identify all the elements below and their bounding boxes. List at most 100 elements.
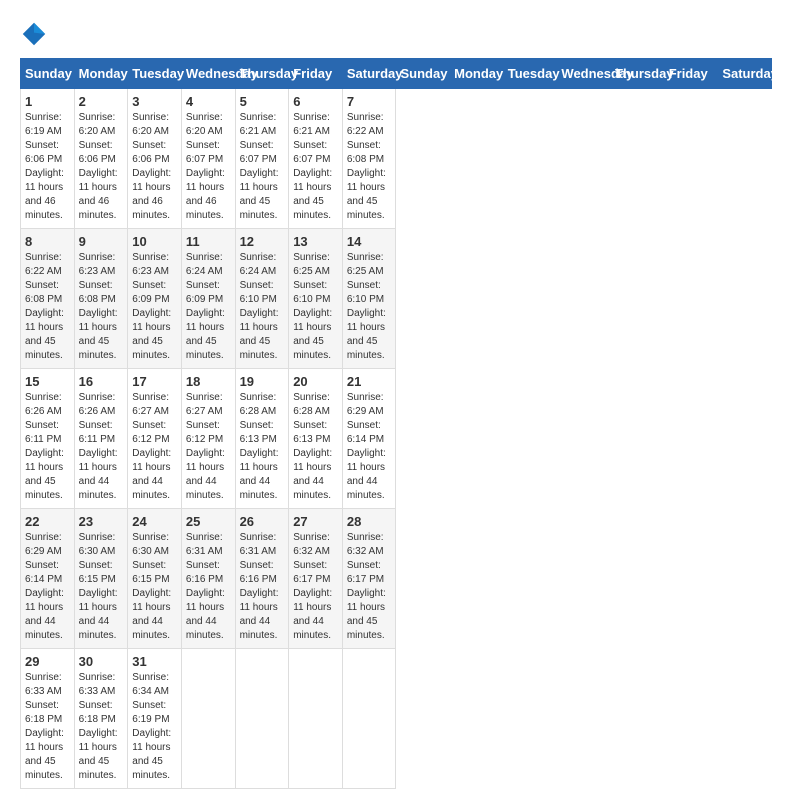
day-info: Sunrise: 6:20 AMSunset: 6:07 PMDaylight:… xyxy=(186,111,231,223)
day-number: 15 xyxy=(25,374,70,389)
day-cell: 25Sunrise: 6:31 AMSunset: 6:16 PMDayligh… xyxy=(181,509,235,649)
day-info: Sunrise: 6:32 AMSunset: 6:17 PMDaylight:… xyxy=(347,531,392,643)
day-cell: 31 Sunrise: 6:34 AMSunset: 6:19 PMDayligh… xyxy=(128,649,182,789)
day-number: 4 xyxy=(186,94,231,109)
day-number: 19 xyxy=(240,374,285,389)
header-day-sunday: Sunday xyxy=(21,59,75,89)
header-day-wednesday: Wednesday xyxy=(181,59,235,89)
day-cell: 1 Sunrise: 6:19 AMSunset: 6:06 PMDaylight… xyxy=(21,89,75,229)
day-cell: 13Sunrise: 6:25 AMSunset: 6:10 PMDayligh… xyxy=(289,229,343,369)
header-day-saturday: Saturday xyxy=(342,59,396,89)
day-info: Sunrise: 6:22 AMSunset: 6:08 PMDaylight:… xyxy=(25,251,70,363)
day-number: 8 xyxy=(25,234,70,249)
day-number: 30 xyxy=(79,654,124,669)
day-number: 3 xyxy=(132,94,177,109)
day-cell: 10Sunrise: 6:23 AMSunset: 6:09 PMDayligh… xyxy=(128,229,182,369)
day-number: 24 xyxy=(132,514,177,529)
day-info: Sunrise: 6:28 AMSunset: 6:13 PMDaylight:… xyxy=(293,391,338,503)
day-info: Sunrise: 6:22 AMSunset: 6:08 PMDaylight:… xyxy=(347,111,392,223)
week-row-4: 22 Sunrise: 6:29 AMSunset: 6:14 PMDayligh… xyxy=(21,509,772,649)
calendar-table: SundayMondayTuesdayWednesdayThursdayFrid… xyxy=(20,58,772,789)
day-info: Sunrise: 6:19 AMSunset: 6:06 PMDaylight:… xyxy=(25,111,70,223)
day-number: 12 xyxy=(240,234,285,249)
day-info: Sunrise: 6:31 AMSunset: 6:16 PMDaylight:… xyxy=(240,531,285,643)
day-cell: 21 Sunrise: 6:29 AMSunset: 6:14 PMDayligh… xyxy=(342,369,396,509)
day-cell: 14Sunrise: 6:25 AMSunset: 6:10 PMDayligh… xyxy=(342,229,396,369)
day-number: 2 xyxy=(79,94,124,109)
day-info: Sunrise: 6:23 AMSunset: 6:08 PMDaylight:… xyxy=(79,251,124,363)
day-cell: 27Sunrise: 6:32 AMSunset: 6:17 PMDayligh… xyxy=(289,509,343,649)
day-cell: 3Sunrise: 6:20 AMSunset: 6:06 PMDaylight… xyxy=(128,89,182,229)
day-cell: 30Sunrise: 6:33 AMSunset: 6:18 PMDayligh… xyxy=(74,649,128,789)
day-cell: 28 Sunrise: 6:32 AMSunset: 6:17 PMDayligh… xyxy=(342,509,396,649)
day-cell: 29 Sunrise: 6:33 AMSunset: 6:18 PMDayligh… xyxy=(21,649,75,789)
day-cell: 23Sunrise: 6:30 AMSunset: 6:15 PMDayligh… xyxy=(74,509,128,649)
day-info: Sunrise: 6:24 AMSunset: 6:09 PMDaylight:… xyxy=(186,251,231,363)
day-number: 29 xyxy=(25,654,70,669)
day-info: Sunrise: 6:21 AMSunset: 6:07 PMDaylight:… xyxy=(293,111,338,223)
header-day-saturday: Saturday xyxy=(718,59,772,89)
day-cell xyxy=(342,649,396,789)
day-info: Sunrise: 6:27 AMSunset: 6:12 PMDaylight:… xyxy=(132,391,177,503)
day-number: 20 xyxy=(293,374,338,389)
day-info: Sunrise: 6:29 AMSunset: 6:14 PMDaylight:… xyxy=(25,531,70,643)
day-number: 6 xyxy=(293,94,338,109)
header-day-sunday: Sunday xyxy=(396,59,450,89)
calendar-header-row: SundayMondayTuesdayWednesdayThursdayFrid… xyxy=(21,59,772,89)
logo xyxy=(20,20,52,48)
day-cell xyxy=(289,649,343,789)
day-cell: 17 Sunrise: 6:27 AMSunset: 6:12 PMDayligh… xyxy=(128,369,182,509)
week-row-3: 15Sunrise: 6:26 AMSunset: 6:11 PMDayligh… xyxy=(21,369,772,509)
day-number: 11 xyxy=(186,234,231,249)
day-number: 21 xyxy=(347,374,392,389)
day-number: 7 xyxy=(347,94,392,109)
day-cell: 26Sunrise: 6:31 AMSunset: 6:16 PMDayligh… xyxy=(235,509,289,649)
day-info: Sunrise: 6:24 AMSunset: 6:10 PMDaylight:… xyxy=(240,251,285,363)
day-info: Sunrise: 6:21 AMSunset: 6:07 PMDaylight:… xyxy=(240,111,285,223)
day-number: 25 xyxy=(186,514,231,529)
page-header xyxy=(20,20,772,48)
header-day-friday: Friday xyxy=(289,59,343,89)
day-number: 27 xyxy=(293,514,338,529)
day-cell: 5 Sunrise: 6:21 AMSunset: 6:07 PMDaylight… xyxy=(235,89,289,229)
header-day-friday: Friday xyxy=(664,59,718,89)
day-cell: 15Sunrise: 6:26 AMSunset: 6:11 PMDayligh… xyxy=(21,369,75,509)
header-day-thursday: Thursday xyxy=(235,59,289,89)
week-row-1: 1 Sunrise: 6:19 AMSunset: 6:06 PMDaylight… xyxy=(21,89,772,229)
day-info: Sunrise: 6:33 AMSunset: 6:18 PMDaylight:… xyxy=(25,671,70,783)
day-number: 9 xyxy=(79,234,124,249)
day-number: 22 xyxy=(25,514,70,529)
day-cell: 16Sunrise: 6:26 AMSunset: 6:11 PMDayligh… xyxy=(74,369,128,509)
day-number: 28 xyxy=(347,514,392,529)
day-cell xyxy=(235,649,289,789)
day-number: 31 xyxy=(132,654,177,669)
day-number: 17 xyxy=(132,374,177,389)
day-cell: 12 Sunrise: 6:24 AMSunset: 6:10 PMDayligh… xyxy=(235,229,289,369)
day-info: Sunrise: 6:23 AMSunset: 6:09 PMDaylight:… xyxy=(132,251,177,363)
day-cell: 9 Sunrise: 6:23 AMSunset: 6:08 PMDaylight… xyxy=(74,229,128,369)
day-info: Sunrise: 6:27 AMSunset: 6:12 PMDaylight:… xyxy=(186,391,231,503)
day-info: Sunrise: 6:20 AMSunset: 6:06 PMDaylight:… xyxy=(79,111,124,223)
day-number: 18 xyxy=(186,374,231,389)
header-day-tuesday: Tuesday xyxy=(128,59,182,89)
day-number: 14 xyxy=(347,234,392,249)
day-info: Sunrise: 6:28 AMSunset: 6:13 PMDaylight:… xyxy=(240,391,285,503)
day-number: 1 xyxy=(25,94,70,109)
day-cell: 11 Sunrise: 6:24 AMSunset: 6:09 PMDayligh… xyxy=(181,229,235,369)
day-cell: 18 Sunrise: 6:27 AMSunset: 6:12 PMDayligh… xyxy=(181,369,235,509)
day-cell: 24 Sunrise: 6:30 AMSunset: 6:15 PMDayligh… xyxy=(128,509,182,649)
day-cell: 8 Sunrise: 6:22 AMSunset: 6:08 PMDaylight… xyxy=(21,229,75,369)
day-info: Sunrise: 6:34 AMSunset: 6:19 PMDaylight:… xyxy=(132,671,177,783)
header-day-monday: Monday xyxy=(450,59,504,89)
day-cell: 7 Sunrise: 6:22 AMSunset: 6:08 PMDaylight… xyxy=(342,89,396,229)
week-row-2: 8 Sunrise: 6:22 AMSunset: 6:08 PMDaylight… xyxy=(21,229,772,369)
logo-icon xyxy=(20,20,48,48)
day-info: Sunrise: 6:29 AMSunset: 6:14 PMDaylight:… xyxy=(347,391,392,503)
day-number: 5 xyxy=(240,94,285,109)
day-info: Sunrise: 6:30 AMSunset: 6:15 PMDaylight:… xyxy=(132,531,177,643)
day-cell: 2 Sunrise: 6:20 AMSunset: 6:06 PMDaylight… xyxy=(74,89,128,229)
day-cell xyxy=(181,649,235,789)
day-cell: 20 Sunrise: 6:28 AMSunset: 6:13 PMDayligh… xyxy=(289,369,343,509)
day-info: Sunrise: 6:25 AMSunset: 6:10 PMDaylight:… xyxy=(293,251,338,363)
day-cell: 19 Sunrise: 6:28 AMSunset: 6:13 PMDayligh… xyxy=(235,369,289,509)
